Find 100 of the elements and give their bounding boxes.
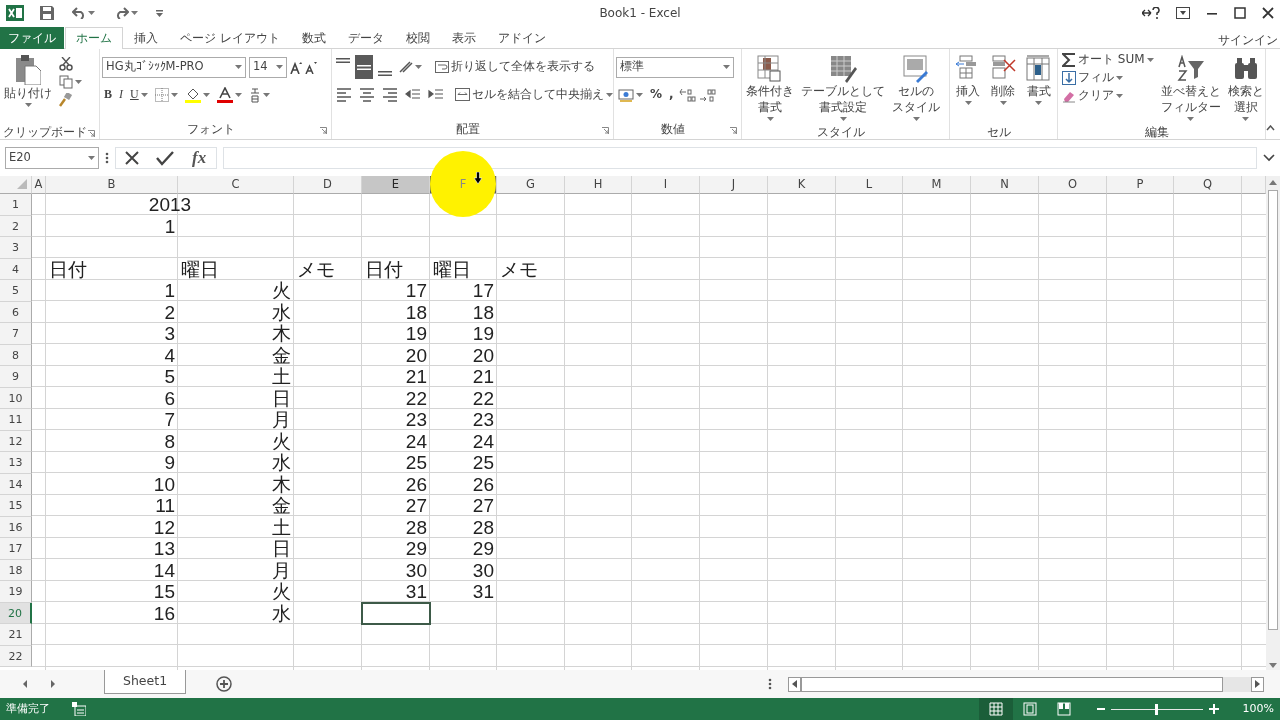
add-sheet-icon[interactable] [216, 676, 233, 692]
column-header[interactable]: K [768, 176, 836, 194]
macro-record-icon[interactable] [72, 702, 86, 716]
row-header[interactable]: 10 [0, 387, 32, 409]
row-header[interactable]: 1 [0, 194, 32, 216]
percent-button[interactable]: % [648, 88, 665, 102]
scrollbar-thumb[interactable] [1268, 190, 1278, 630]
ribbon-tab[interactable]: ページ レイアウト [169, 27, 291, 49]
row-header[interactable]: 2 [0, 215, 32, 237]
scroll-left-button[interactable] [788, 676, 801, 692]
column-header[interactable]: A [32, 176, 46, 194]
clear-button[interactable]: クリア [1060, 89, 1156, 103]
close-icon[interactable] [1262, 7, 1274, 19]
ribbon-tab[interactable]: 挿入 [123, 27, 169, 49]
dialog-launcher-icon[interactable] [602, 127, 609, 134]
next-sheet-icon[interactable] [50, 680, 56, 688]
sign-in-link[interactable]: サインイン [1216, 34, 1280, 48]
comma-style-button[interactable]: , [667, 88, 676, 102]
orientation-button[interactable] [397, 61, 424, 73]
style-button[interactable]: 条件付き 書式 [744, 53, 796, 125]
column-header[interactable]: O [1039, 176, 1107, 194]
decrease-font-icon[interactable] [305, 60, 317, 74]
row-header[interactable]: 4 [0, 258, 32, 280]
fill-button[interactable]: フィル [1060, 71, 1156, 85]
decrease-decimal-icon[interactable] [698, 88, 716, 102]
splitter-icon[interactable] [105, 151, 109, 165]
font-size-dropdown[interactable]: 14 [249, 56, 287, 78]
underline-button[interactable]: U [128, 88, 150, 102]
center-button[interactable] [357, 87, 377, 103]
splitter-icon[interactable] [768, 677, 772, 691]
number-format-dropdown[interactable]: 標準 [616, 56, 734, 78]
row-header[interactable]: 13 [0, 452, 32, 474]
formula-input[interactable] [223, 147, 1257, 169]
row-header[interactable]: 20 [0, 602, 32, 624]
increase-font-icon[interactable] [290, 60, 302, 74]
copy-button[interactable] [57, 75, 84, 89]
ribbon-tab[interactable]: 表示 [440, 27, 487, 49]
column-header[interactable]: N [971, 176, 1039, 194]
column-header[interactable]: E [362, 176, 430, 194]
increase-decimal-icon[interactable] [678, 88, 696, 102]
ribbon-options-icon[interactable] [1176, 7, 1190, 19]
row-header[interactable]: 11 [0, 409, 32, 431]
row-header[interactable]: 17 [0, 538, 32, 560]
zoom-level[interactable]: 100% [1242, 700, 1274, 718]
column-header[interactable]: Q [1174, 176, 1242, 194]
row-header[interactable]: 19 [0, 581, 32, 603]
ribbon-tab[interactable]: 校閲 [394, 27, 441, 49]
middle-align-button[interactable] [355, 55, 373, 79]
zoom-out-icon[interactable] [1096, 705, 1105, 713]
sort-filter-button[interactable]: 並べ替えと フィルター [1158, 53, 1223, 125]
scroll-right-button[interactable] [1251, 676, 1264, 692]
bold-button[interactable]: B [102, 88, 114, 102]
cell-button[interactable]: 書式 [1022, 53, 1055, 125]
cell-button[interactable]: 削除 [987, 53, 1020, 125]
row-header[interactable]: 5 [0, 280, 32, 302]
font-color-button[interactable] [214, 87, 244, 103]
excel-icon[interactable] [6, 5, 24, 21]
align-left-button[interactable] [334, 87, 354, 103]
enter-icon[interactable] [156, 150, 174, 166]
column-header[interactable]: H [565, 176, 632, 194]
row-header[interactable]: 3 [0, 237, 32, 259]
column-header[interactable]: L [836, 176, 903, 194]
style-button[interactable]: テーブルとして 書式設定 [799, 53, 887, 125]
column-header[interactable]: D [294, 176, 362, 194]
row-header[interactable]: 21 [0, 624, 32, 646]
column-header[interactable]: M [903, 176, 971, 194]
row-header[interactable]: 9 [0, 366, 32, 388]
paste-button[interactable]: 貼り付け [2, 53, 54, 125]
fill-color-button[interactable] [182, 87, 212, 103]
row-header[interactable]: 8 [0, 344, 32, 366]
currency-button[interactable] [616, 88, 645, 102]
row-header[interactable]: 22 [0, 645, 32, 667]
find-select-button[interactable]: 検索と 選択 [1225, 53, 1266, 125]
save-icon[interactable] [40, 6, 54, 20]
name-box[interactable]: E20 [5, 147, 99, 169]
maximize-icon[interactable] [1234, 7, 1246, 19]
style-button[interactable]: セルの スタイル [890, 53, 942, 125]
undo-button[interactable] [70, 7, 97, 19]
dialog-launcher-icon[interactable] [88, 130, 95, 137]
ribbon-tab[interactable]: 数式 [290, 27, 337, 49]
zoom-in-icon[interactable] [1208, 704, 1219, 714]
border-button[interactable] [152, 88, 180, 102]
expand-formula-icon[interactable] [1263, 154, 1275, 162]
font-name-dropdown[interactable]: HG丸ｺﾞｼｯｸM-PRO [102, 56, 246, 78]
align-right-button[interactable] [380, 87, 400, 103]
cell-button[interactable]: 挿入 [952, 53, 985, 125]
zoom-slider-thumb[interactable] [1155, 703, 1159, 715]
column-header[interactable]: J [700, 176, 768, 194]
cancel-icon[interactable] [124, 150, 140, 166]
view-button[interactable] [978, 698, 1013, 720]
file-tab[interactable]: ファイル [0, 27, 64, 49]
autosum-button[interactable]: オート SUM [1060, 53, 1156, 67]
customize-icon[interactable] [156, 9, 163, 17]
dialog-launcher-icon[interactable] [730, 127, 737, 134]
column-header[interactable]: P [1107, 176, 1174, 194]
row-header[interactable]: 6 [0, 301, 32, 323]
row-header[interactable]: 7 [0, 323, 32, 345]
scrollbar-thumb[interactable] [801, 676, 1223, 692]
ribbon-tab[interactable]: ホーム [65, 27, 123, 49]
column-header[interactable]: C [178, 176, 294, 194]
